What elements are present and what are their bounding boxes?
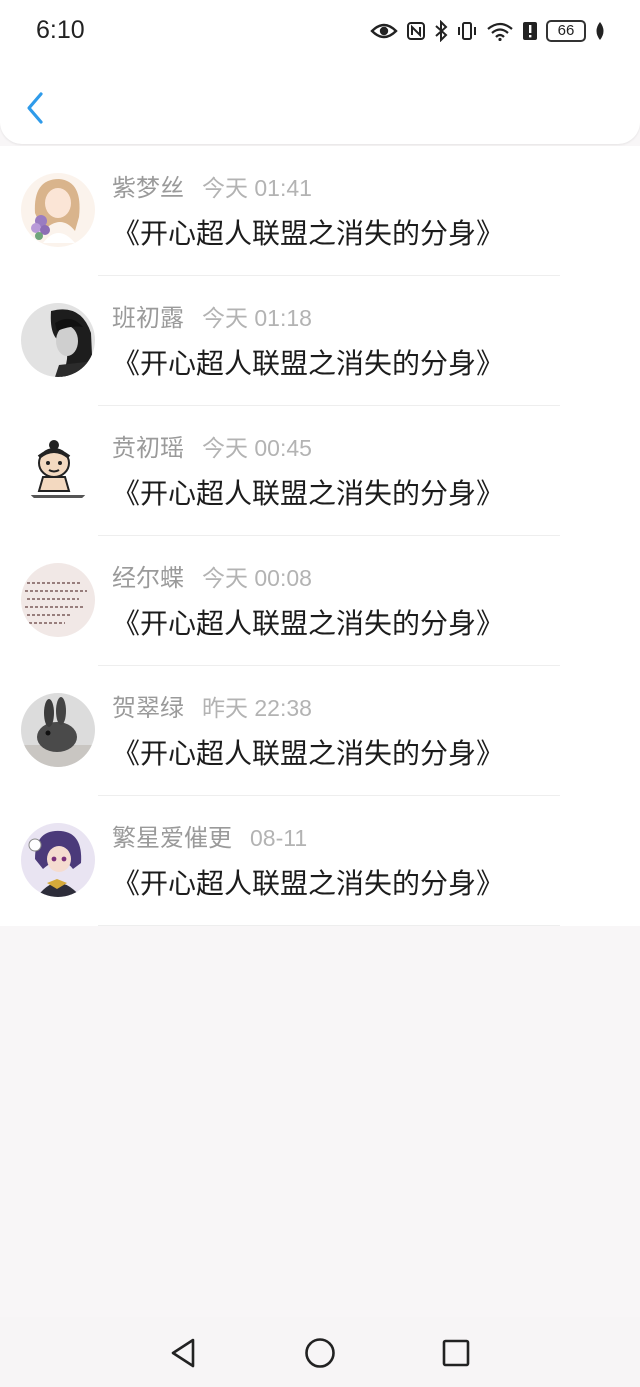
wifi-icon <box>487 22 513 41</box>
message-text: 《开心超人联盟之消失的分身》 <box>112 737 505 770</box>
vibrate-icon <box>458 22 476 40</box>
message-list: 紫梦丝 今天 01:41 《开心超人联盟之消失的分身》 班初露 今天 01:18… <box>0 146 640 926</box>
nav-home-button[interactable] <box>302 1335 338 1371</box>
sender-name[interactable]: 贲初瑶 <box>112 428 184 463</box>
sender-name[interactable]: 繁星爱催更 <box>112 818 232 853</box>
list-item[interactable]: 紫梦丝 今天 01:41 《开心超人联盟之消失的分身》 <box>0 146 640 276</box>
top-bar: 6:10 66 <box>0 0 640 144</box>
item-meta: 经尔蝶 今天 00:08 <box>112 558 312 593</box>
message-text: 《开心超人联盟之消失的分身》 <box>112 347 505 380</box>
leaf-icon <box>596 22 604 40</box>
battery-level: 66 <box>546 20 586 42</box>
cartoon-meme-avatar <box>21 433 95 507</box>
message-text: 《开心超人联盟之消失的分身》 <box>112 217 505 250</box>
bunny-avatar <box>21 693 95 767</box>
home-circle-icon <box>305 1338 335 1368</box>
list-item[interactable]: 经尔蝶 今天 00:08 《开心超人联盟之消失的分身》 <box>0 536 640 666</box>
avatar[interactable] <box>21 303 95 377</box>
message-time: 今天 00:08 <box>202 565 312 591</box>
message-text: 《开心超人联盟之消失的分身》 <box>112 867 505 900</box>
avatar[interactable] <box>21 433 95 507</box>
item-meta: 贺翠绿 昨天 22:38 <box>112 688 312 723</box>
item-meta: 班初露 今天 01:18 <box>112 298 312 333</box>
back-triangle-icon <box>171 1338 195 1368</box>
message-time: 08-11 <box>250 825 308 851</box>
item-meta: 贲初瑶 今天 00:45 <box>112 428 312 463</box>
nav-recents-button[interactable] <box>438 1335 474 1371</box>
divider <box>98 925 560 926</box>
item-meta: 紫梦丝 今天 01:41 <box>112 168 312 203</box>
status-time: 6:10 <box>36 16 85 44</box>
handwriting-avatar <box>21 563 95 637</box>
girl-flowers-avatar <box>21 173 95 247</box>
bw-boy-avatar <box>21 303 95 377</box>
message-time: 今天 01:18 <box>202 305 312 331</box>
navigation-bar <box>0 1317 640 1387</box>
back-button[interactable] <box>18 88 52 128</box>
nav-back-button[interactable] <box>165 1335 201 1371</box>
list-item[interactable]: 贺翠绿 昨天 22:38 《开心超人联盟之消失的分身》 <box>0 666 640 796</box>
recents-square-icon <box>442 1339 470 1367</box>
message-text: 《开心超人联盟之消失的分身》 <box>112 477 505 510</box>
alert-icon <box>523 22 537 40</box>
eye-icon <box>370 23 398 39</box>
bluetooth-icon <box>435 20 448 42</box>
avatar[interactable] <box>21 693 95 767</box>
chevron-left-icon <box>27 92 43 124</box>
message-time: 昨天 22:38 <box>202 695 312 721</box>
avatar[interactable] <box>21 823 95 897</box>
list-item[interactable]: 贲初瑶 今天 00:45 《开心超人联盟之消失的分身》 <box>0 406 640 536</box>
anime-character-avatar <box>21 823 95 897</box>
sender-name[interactable]: 经尔蝶 <box>112 558 184 593</box>
message-time: 今天 00:45 <box>202 435 312 461</box>
list-item[interactable]: 繁星爱催更 08-11 《开心超人联盟之消失的分身》 <box>0 796 640 926</box>
avatar[interactable] <box>21 173 95 247</box>
battery-icon: 66 <box>546 20 586 42</box>
sender-name[interactable]: 贺翠绿 <box>112 688 184 723</box>
avatar[interactable] <box>21 563 95 637</box>
message-text: 《开心超人联盟之消失的分身》 <box>112 607 505 640</box>
message-time: 今天 01:41 <box>202 175 312 201</box>
status-icons: 66 <box>370 18 606 44</box>
item-meta: 繁星爱催更 08-11 <box>112 818 307 853</box>
sender-name[interactable]: 紫梦丝 <box>112 168 184 203</box>
list-item[interactable]: 班初露 今天 01:18 《开心超人联盟之消失的分身》 <box>0 276 640 406</box>
sender-name[interactable]: 班初露 <box>112 298 184 333</box>
nfc-icon <box>407 22 425 40</box>
